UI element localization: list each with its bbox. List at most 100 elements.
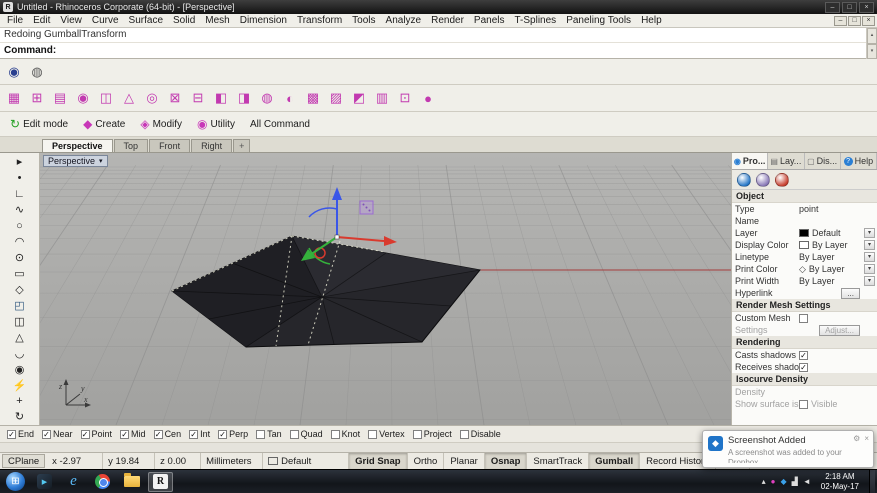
cplane-button[interactable]: CPlane [2, 454, 45, 468]
osnap-vertex-checkbox[interactable] [368, 430, 377, 439]
menu-item-mesh[interactable]: Mesh [200, 15, 234, 26]
viewport-tab-perspective[interactable]: Perspective [42, 139, 113, 152]
osnap-mid-checkbox[interactable]: ✓ [120, 430, 129, 439]
menu-item-t-splines[interactable]: T-Splines [510, 15, 562, 26]
tab-display[interactable]: ▢Dis... [805, 153, 841, 169]
menu-item-panels[interactable]: Panels [469, 15, 510, 26]
new-viewport-tab-button[interactable]: + [233, 139, 250, 152]
menu-item-render[interactable]: Render [426, 15, 469, 26]
mdi-restore-button[interactable]: □ [848, 16, 861, 26]
reduce-mesh-icon[interactable]: ▥ [371, 88, 393, 109]
rhino-taskbar-icon[interactable]: R [148, 472, 173, 492]
media-app-icon[interactable]: ▶ [32, 472, 57, 492]
osnap-tan-checkbox[interactable] [256, 430, 265, 439]
status-toggle-grid-snap[interactable]: Grid Snap [349, 453, 407, 469]
osnap-quad-checkbox[interactable] [290, 430, 299, 439]
boolean-icon[interactable]: ◉ [7, 361, 33, 377]
mesh-trim-icon[interactable]: ◨ [233, 88, 255, 109]
mesh-cylinder-icon[interactable]: ◫ [95, 88, 117, 109]
curve-icon[interactable]: ∿ [7, 202, 33, 218]
osnap-near-checkbox[interactable]: ✓ [42, 430, 51, 439]
viewport-canvas[interactable]: z y x [40, 153, 731, 425]
hyperlink-button[interactable]: ... [841, 288, 860, 299]
gear-icon[interactable]: ⚙ [853, 434, 860, 443]
fillet-icon[interactable]: ◡ [7, 345, 33, 361]
menu-item-help[interactable]: Help [636, 15, 667, 26]
dropbox-tray-icon[interactable]: ◆ [781, 477, 787, 486]
match-properties-icon[interactable] [756, 173, 770, 187]
status-toggle-ortho[interactable]: Ortho [408, 453, 445, 469]
tab-help[interactable]: ?Help [841, 153, 877, 169]
mesh-cone-icon[interactable]: △ [118, 88, 140, 109]
mdi-minimize-button[interactable]: – [834, 16, 847, 26]
mesh-boolean-difference-icon[interactable]: ◐ [279, 88, 301, 109]
menu-item-tools[interactable]: Tools [347, 15, 380, 26]
menu-item-file[interactable]: File [2, 15, 28, 26]
menu-item-solid[interactable]: Solid [168, 15, 200, 26]
osnap-project[interactable]: Project [413, 429, 452, 439]
status-toggle-gumball[interactable]: Gumball [589, 453, 640, 469]
volume-icon[interactable]: ◄ [803, 477, 811, 486]
osnap-mid[interactable]: ✓Mid [120, 429, 146, 439]
viewport-title-menu[interactable]: Perspective ▾ [43, 155, 108, 167]
modify-button[interactable]: ◈Modify [133, 112, 189, 136]
casts-shadows-checkbox[interactable]: ✓ [799, 351, 808, 360]
network-icon[interactable]: ▟ [792, 477, 798, 486]
osnap-int-checkbox[interactable]: ✓ [189, 430, 198, 439]
tab-layers[interactable]: ▤Lay... [768, 153, 804, 169]
circle-icon[interactable]: ○ [7, 218, 33, 234]
mesh-settings-icon[interactable]: ● [417, 88, 439, 109]
mesh-torus-icon[interactable]: ◎ [141, 88, 163, 109]
osnap-int[interactable]: ✓Int [189, 429, 210, 439]
subd-display-icon[interactable]: ◉ [3, 61, 25, 82]
linetype-dropdown-icon[interactable]: ▾ [864, 252, 875, 262]
maximize-button[interactable]: □ [842, 2, 857, 13]
osnap-disable[interactable]: Disable [460, 429, 501, 439]
polygon-icon[interactable]: ◇ [7, 282, 33, 298]
viewport-tab-front[interactable]: Front [149, 139, 190, 152]
status-toggle-planar[interactable]: Planar [444, 453, 484, 469]
command-input[interactable] [60, 45, 873, 57]
osnap-near[interactable]: ✓Near [42, 429, 73, 439]
scroll-down-icon[interactable]: ▾ [867, 44, 877, 60]
mesh-plane-icon[interactable]: ▤ [49, 88, 71, 109]
viewport-tab-right[interactable]: Right [191, 139, 232, 152]
viewport-tab-top[interactable]: Top [114, 139, 149, 152]
osnap-end-checkbox[interactable]: ✓ [7, 430, 16, 439]
osnap-tan[interactable]: Tan [256, 429, 282, 439]
mesh-from-nurbs-icon[interactable]: ▦ [3, 88, 25, 109]
osnap-vertex[interactable]: Vertex [368, 429, 405, 439]
osnap-point[interactable]: ✓Point [81, 429, 113, 439]
loft-icon[interactable]: ◫ [7, 313, 33, 329]
rhino-tray-icon[interactable]: ● [771, 477, 776, 486]
menu-item-curve[interactable]: Curve [87, 15, 124, 26]
scroll-up-icon[interactable]: ▴ [867, 28, 877, 44]
surface-icon[interactable]: ◰ [7, 297, 33, 313]
display-color-dropdown-icon[interactable]: ▾ [864, 240, 875, 250]
osnap-knot[interactable]: Knot [331, 429, 361, 439]
menu-item-dimension[interactable]: Dimension [235, 15, 292, 26]
command-scrollbar[interactable]: ▴ ▾ [866, 28, 877, 59]
mesh-boolean-union-icon[interactable]: ◍ [256, 88, 278, 109]
point-icon[interactable]: • [7, 170, 33, 186]
extrude-icon[interactable]: △ [7, 329, 33, 345]
menu-item-analyze[interactable]: Analyze [381, 15, 427, 26]
folder-icon[interactable] [119, 472, 144, 492]
chrome-icon[interactable] [90, 472, 115, 492]
menu-item-edit[interactable]: Edit [28, 15, 55, 26]
close-button[interactable]: × [859, 2, 874, 13]
dropbox-notification[interactable]: ◆ Screenshot Added A screenshot was adde… [702, 430, 874, 468]
select-arrow-icon[interactable]: ▸ [7, 154, 33, 170]
perspective-viewport[interactable]: z y x Perspective ▾ [40, 153, 731, 425]
osnap-perp-checkbox[interactable]: ✓ [218, 430, 227, 439]
arc-icon[interactable]: ◠ [7, 234, 33, 250]
osnap-perp[interactable]: ✓Perp [218, 429, 248, 439]
close-icon[interactable]: × [864, 434, 869, 443]
current-layer-indicator[interactable]: Default [263, 453, 349, 469]
custom-mesh-checkbox[interactable] [799, 314, 808, 323]
status-toggle-smarttrack[interactable]: SmartTrack [527, 453, 589, 469]
mdi-close-button[interactable]: × [862, 16, 875, 26]
edit-mode-button[interactable]: ↻Edit mode [3, 112, 75, 136]
polyline-icon[interactable]: ∟ [7, 186, 33, 202]
print-color-dropdown-icon[interactable]: ▾ [864, 264, 875, 274]
